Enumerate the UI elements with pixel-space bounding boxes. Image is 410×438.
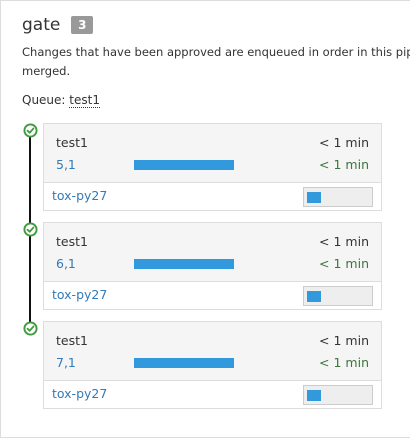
change-header: test1 < 1 min 7,1 < 1 min [44, 322, 381, 381]
job-progress-fill [307, 192, 321, 203]
job-progress-fill [307, 291, 321, 302]
change-project: test1 [56, 234, 88, 249]
job-progress-bar [303, 286, 373, 306]
pipeline-panel: gate 3 Changes that have been approved a… [0, 0, 410, 438]
pipeline-title: gate [22, 15, 61, 35]
pipeline-description: Changes that have been approved are enqu… [22, 43, 410, 81]
check-circle-icon[interactable] [23, 321, 38, 336]
change-id-link[interactable]: 5,1 [56, 157, 76, 172]
change-project: test1 [56, 135, 88, 150]
change-id-link[interactable]: 7,1 [56, 355, 76, 370]
description-line-2: merged. [22, 64, 71, 78]
check-circle-icon[interactable] [23, 123, 38, 138]
change-progress-fill [134, 160, 234, 170]
change-progress-bar [134, 358, 234, 368]
job-progress-bar [303, 187, 373, 207]
change-count-badge: 3 [71, 16, 94, 34]
description-line-1: Changes that have been approved are enqu… [22, 45, 410, 59]
change-card: test1 < 1 min 5,1 < 1 min tox-py27 [43, 123, 382, 211]
job-name-link[interactable]: tox-py27 [52, 188, 107, 203]
job-row: tox-py27 [44, 282, 381, 309]
check-circle-icon[interactable] [23, 222, 38, 237]
job-row: tox-py27 [44, 381, 381, 408]
job-progress-bar [303, 385, 373, 405]
change-id-link[interactable]: 6,1 [56, 256, 76, 271]
job-name-link[interactable]: tox-py27 [52, 386, 107, 401]
change-remaining-time: < 1 min [319, 333, 369, 348]
change-enqueue-time: < 1 min [319, 355, 369, 370]
change-enqueue-time: < 1 min [319, 157, 369, 172]
job-name-link[interactable]: tox-py27 [52, 287, 107, 302]
change-remaining-time: < 1 min [319, 135, 369, 150]
queue-heading: Queue: test1 [22, 93, 100, 108]
change-progress-bar [134, 259, 234, 269]
job-row: tox-py27 [44, 183, 381, 210]
change-progress-fill [134, 259, 234, 269]
change-project: test1 [56, 333, 88, 348]
change-header: test1 < 1 min 5,1 < 1 min [44, 124, 381, 183]
change-header: test1 < 1 min 6,1 < 1 min [44, 223, 381, 282]
queue-name[interactable]: test1 [69, 93, 100, 108]
change-progress-fill [134, 358, 234, 368]
change-enqueue-time: < 1 min [319, 256, 369, 271]
job-progress-fill [307, 390, 321, 401]
pipeline-header: gate 3 [22, 15, 94, 35]
change-card: test1 < 1 min 7,1 < 1 min tox-py27 [43, 321, 382, 409]
change-remaining-time: < 1 min [319, 234, 369, 249]
change-card: test1 < 1 min 6,1 < 1 min tox-py27 [43, 222, 382, 310]
change-progress-bar [134, 160, 234, 170]
queue-label: Queue: [22, 93, 66, 107]
